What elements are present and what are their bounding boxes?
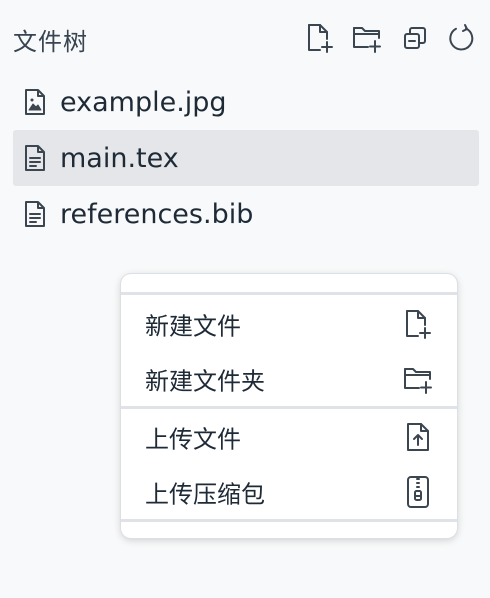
- menu-item-upload-archive[interactable]: 上传压缩包: [121, 466, 457, 518]
- file-name: main.tex: [60, 142, 179, 174]
- upload-file-icon: [401, 419, 435, 455]
- menu-separator: [121, 519, 457, 522]
- new-file-icon: [401, 306, 435, 342]
- file-item-references-bib[interactable]: references.bib: [13, 186, 479, 242]
- zip-archive-icon: [401, 474, 435, 510]
- file-tree-title: 文件树: [13, 28, 88, 56]
- file-item-main-tex[interactable]: main.tex: [13, 130, 479, 186]
- text-file-icon: [21, 143, 49, 173]
- text-file-icon: [21, 199, 49, 229]
- new-file-icon: [305, 22, 335, 54]
- file-name: references.bib: [60, 198, 254, 230]
- menu-item-new-file[interactable]: 新建文件: [121, 298, 457, 350]
- menu-separator: [121, 406, 457, 409]
- file-tree-panel: 文件树 example.jpg main.tex references.bib …: [0, 0, 490, 598]
- new-folder-icon: [401, 361, 435, 397]
- refresh-button[interactable]: [444, 20, 480, 56]
- collapse-all-icon: [401, 24, 429, 52]
- new-folder-button[interactable]: [349, 20, 385, 56]
- image-file-icon: [21, 87, 49, 117]
- new-file-button[interactable]: [302, 20, 338, 56]
- menu-item-label: 上传压缩包: [145, 480, 265, 509]
- menu-separator: [121, 292, 457, 295]
- menu-item-upload-file[interactable]: 上传文件: [121, 411, 457, 463]
- file-name: example.jpg: [60, 86, 227, 118]
- menu-item-label: 新建文件: [145, 312, 241, 341]
- context-menu: 新建文件 新建文件夹 上传文件 上传压缩包: [121, 274, 457, 538]
- menu-item-label: 新建文件夹: [145, 367, 265, 396]
- file-list: example.jpg main.tex references.bib: [13, 74, 479, 242]
- menu-item-new-folder[interactable]: 新建文件夹: [121, 353, 457, 405]
- file-item-example-jpg[interactable]: example.jpg: [13, 74, 479, 130]
- refresh-icon: [447, 23, 477, 53]
- file-tree-header: 文件树: [0, 0, 490, 74]
- collapse-all-button[interactable]: [397, 20, 433, 56]
- new-folder-icon: [351, 22, 383, 54]
- menu-item-label: 上传文件: [145, 425, 241, 454]
